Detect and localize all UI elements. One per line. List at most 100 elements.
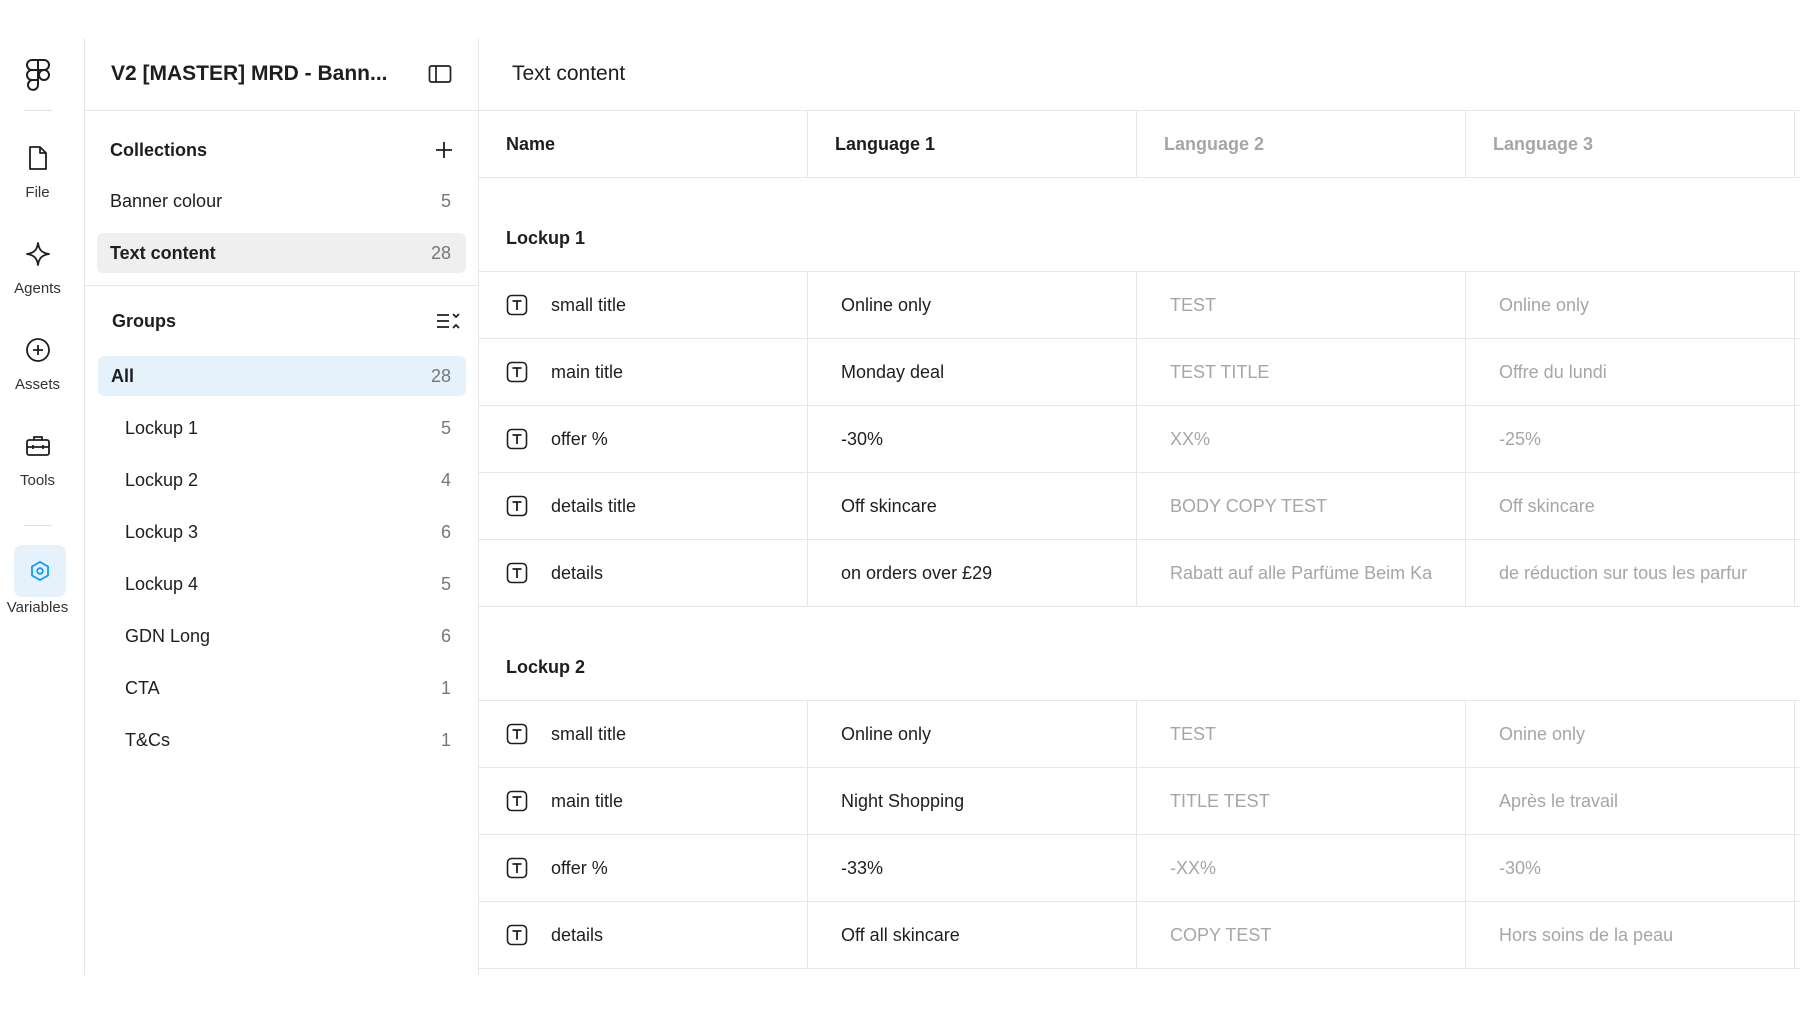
group-label: Lockup 4 xyxy=(125,573,199,594)
group-item[interactable]: Lockup 3 6 xyxy=(98,512,466,552)
language-3-value[interactable]: Offre du lundi xyxy=(1466,339,1795,405)
language-3-value[interactable]: Off skincare xyxy=(1466,473,1795,539)
sidebar-toggle-icon[interactable] xyxy=(428,64,452,84)
language-2-value[interactable]: COPY TEST xyxy=(1137,902,1466,968)
language-3-value[interactable]: Après le travail xyxy=(1466,768,1795,834)
language-3-value[interactable]: Online only xyxy=(1466,272,1795,338)
group-section-title: Lockup 2 xyxy=(479,607,1800,701)
group-section-title: Lockup 1 xyxy=(479,178,1800,272)
rail-item-variables[interactable] xyxy=(12,545,67,597)
rail-item-label: Variables xyxy=(6,599,69,616)
language-3-value[interactable]: de réduction sur tous les parfur xyxy=(1466,540,1795,606)
group-item[interactable]: CTA 1 xyxy=(98,668,466,708)
column-header-language-3[interactable]: Language 3 xyxy=(1466,111,1795,177)
group-item[interactable]: Lockup 4 5 xyxy=(98,564,466,604)
language-1-value[interactable]: on orders over £29 xyxy=(808,540,1137,606)
language-3-value[interactable]: Onine only xyxy=(1466,701,1795,767)
group-count: 1 xyxy=(440,729,451,750)
language-2-value[interactable]: TEST xyxy=(1137,701,1466,767)
table-row[interactable]: small title Online only TEST Onine only xyxy=(479,701,1800,768)
collection-title: Text content xyxy=(512,62,626,85)
figma-logo-icon[interactable] xyxy=(24,56,52,96)
rail-divider xyxy=(24,525,52,526)
variable-name-cell[interactable]: offer % xyxy=(479,835,808,901)
variable-name-cell[interactable]: small title xyxy=(479,701,808,767)
table-row[interactable]: details title Off skincare BODY COPY TEST O… xyxy=(479,473,1800,540)
table-row[interactable]: details Off all skincare COPY TEST Hors soi… xyxy=(479,902,1800,969)
language-3-value[interactable]: -30% xyxy=(1466,835,1795,901)
language-1-value[interactable]: Night Shopping xyxy=(808,768,1137,834)
collection-item-selected[interactable]: Text content 28 xyxy=(97,233,466,273)
column-header-name[interactable]: Name xyxy=(479,111,808,177)
variable-name: details title xyxy=(551,495,637,516)
group-label: All xyxy=(111,365,135,386)
variable-name: main title xyxy=(551,790,624,811)
string-variable-icon xyxy=(506,562,528,584)
string-variable-icon xyxy=(506,428,528,450)
variable-name-cell[interactable]: offer % xyxy=(479,406,808,472)
language-2-value[interactable]: TEST xyxy=(1137,272,1466,338)
variable-name-cell[interactable]: main title xyxy=(479,339,808,405)
group-item[interactable]: GDN Long 6 xyxy=(98,616,466,656)
sort-groups-icon[interactable] xyxy=(435,310,461,332)
table-row[interactable]: main title Monday deal TEST TITLE Offre du … xyxy=(479,339,1800,406)
sparkle-icon xyxy=(20,236,56,272)
group-label: T&Cs xyxy=(125,729,170,750)
group-item[interactable]: Lockup 1 5 xyxy=(98,408,466,448)
language-2-value[interactable]: BODY COPY TEST xyxy=(1137,473,1466,539)
language-1-value[interactable]: Off skincare xyxy=(808,473,1137,539)
variable-name-cell[interactable]: small title xyxy=(479,272,808,338)
rail-item-label: Agents xyxy=(14,280,61,297)
table-row[interactable]: main title Night Shopping TITLE TEST Après … xyxy=(479,768,1800,835)
language-1-value[interactable]: Off all skincare xyxy=(808,902,1137,968)
language-2-value[interactable]: XX% xyxy=(1137,406,1466,472)
collection-count: 28 xyxy=(430,242,451,263)
table-row[interactable]: details on orders over £29 Rabatt auf alle… xyxy=(479,540,1800,607)
language-3-value[interactable]: Hors soins de la peau xyxy=(1466,902,1795,968)
rail-item-file[interactable]: File xyxy=(0,140,75,201)
rail-item-tools[interactable]: Tools xyxy=(0,428,75,489)
table-row[interactable]: offer % -33% -XX% -30% xyxy=(479,835,1800,902)
string-variable-icon xyxy=(506,361,528,383)
add-collection-icon[interactable] xyxy=(434,140,454,160)
groups-header: Groups xyxy=(85,286,478,356)
file-title[interactable]: V2 [MASTER] MRD - Bann... xyxy=(111,62,388,86)
collection-count: 5 xyxy=(440,190,451,211)
language-1-value[interactable]: Monday deal xyxy=(808,339,1137,405)
language-2-value[interactable]: TEST TITLE xyxy=(1137,339,1466,405)
panel-header: V2 [MASTER] MRD - Bann... xyxy=(85,38,478,111)
group-item-all[interactable]: All 28 xyxy=(98,356,466,396)
variable-name-cell[interactable]: details xyxy=(479,540,808,606)
table-header-row: Name Language 1 Language 2 Language 3 xyxy=(479,111,1800,178)
rail-item-label: Tools xyxy=(19,472,56,489)
table-row[interactable]: small title Online only TEST Online only xyxy=(479,272,1800,339)
variable-name: small title xyxy=(551,294,627,315)
variable-name-cell[interactable]: main title xyxy=(479,768,808,834)
group-item[interactable]: T&Cs 1 xyxy=(98,720,466,760)
rail-item-agents[interactable]: Agents xyxy=(0,236,75,297)
language-1-value[interactable]: Online only xyxy=(808,701,1137,767)
language-2-value[interactable]: -XX% xyxy=(1137,835,1466,901)
variable-name: details xyxy=(551,924,604,945)
group-count: 28 xyxy=(430,365,451,386)
collections-list: Banner colour 5 Text content 28 xyxy=(85,181,478,273)
language-2-value[interactable]: TITLE TEST xyxy=(1137,768,1466,834)
table-row[interactable]: offer % -30% XX% -25% xyxy=(479,406,1800,473)
group-item[interactable]: Lockup 2 4 xyxy=(98,460,466,500)
language-1-value[interactable]: -30% xyxy=(808,406,1137,472)
rail-item-assets[interactable]: Assets xyxy=(0,332,75,393)
language-1-value[interactable]: -33% xyxy=(808,835,1137,901)
collection-item[interactable]: Banner colour 5 xyxy=(97,181,466,221)
variable-name: offer % xyxy=(551,857,608,878)
variable-name-cell[interactable]: details xyxy=(479,902,808,968)
rail-item-label: Assets xyxy=(14,376,60,393)
column-header-language-1[interactable]: Language 1 xyxy=(808,111,1137,177)
variable-name-cell[interactable]: details title xyxy=(479,473,808,539)
language-2-value[interactable]: Rabatt auf alle Parfüme Beim Ka xyxy=(1137,540,1466,606)
language-1-value[interactable]: Online only xyxy=(808,272,1137,338)
groups-title: Groups xyxy=(112,310,177,331)
group-label: GDN Long xyxy=(125,625,211,646)
column-header-language-2[interactable]: Language 2 xyxy=(1137,111,1466,177)
rail-divider xyxy=(24,110,52,111)
language-3-value[interactable]: -25% xyxy=(1466,406,1795,472)
